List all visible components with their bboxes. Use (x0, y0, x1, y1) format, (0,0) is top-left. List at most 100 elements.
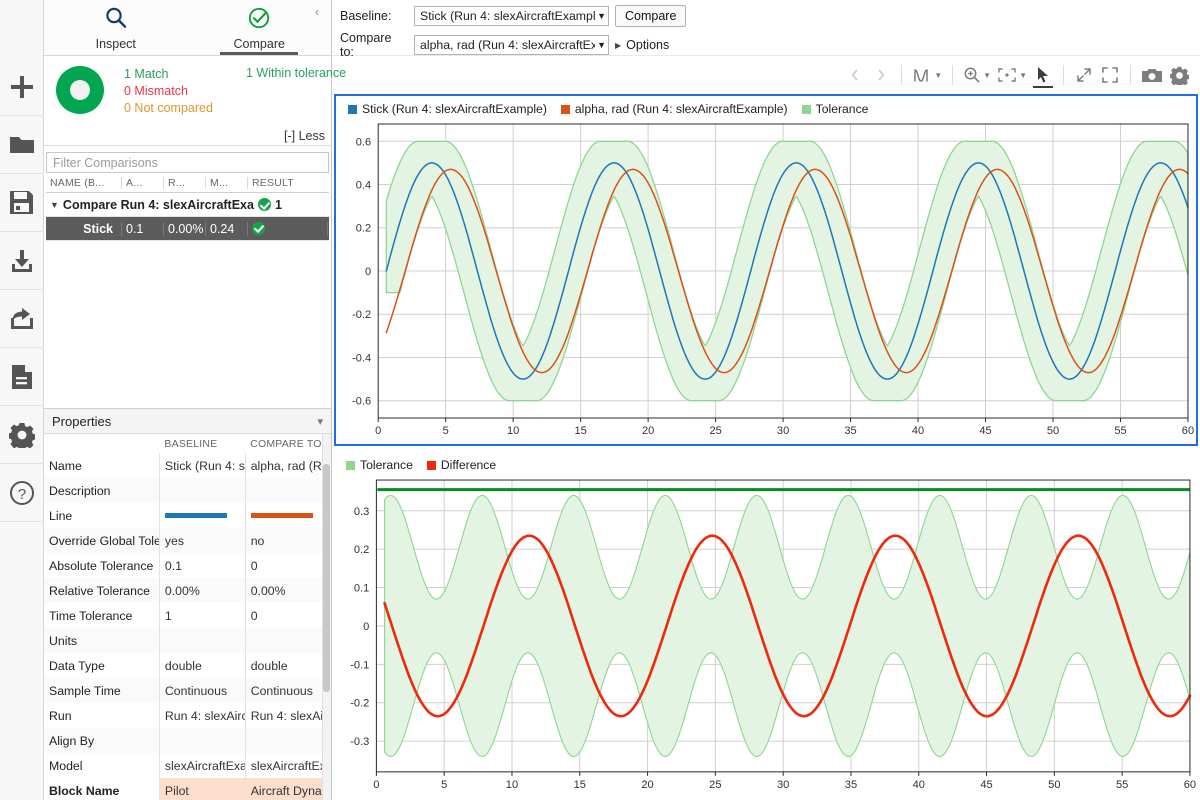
legend-item-stick[interactable]: Stick (Run 4: slexAircraftExample) (348, 102, 547, 116)
comparison-group-label: Compare Run 4: slexAircraftExa (63, 198, 254, 212)
import-icon[interactable] (0, 232, 44, 290)
svg-text:10: 10 (507, 425, 519, 437)
compare-to-select[interactable]: alpha, rad (Run 4: slexAircraftExa ▼ (414, 35, 609, 55)
chevron-down-icon: ▼ (983, 71, 991, 80)
check-circle-icon (247, 6, 271, 33)
chevron-down-icon[interactable]: ▾ (317, 415, 323, 428)
prop-compare-value: alpha, rad (Run (245, 453, 331, 478)
compare-button[interactable]: Compare (615, 5, 686, 27)
right-pane: Baseline: Stick (Run 4: slexAircraftExam… (332, 0, 1200, 800)
prop-compare-value: Continuous (245, 678, 331, 703)
row-result (248, 222, 328, 236)
legend-item-difference[interactable]: Difference (427, 458, 496, 472)
signals-plot-area[interactable]: -0.6-0.4-0.200.20.40.6051015202530354045… (336, 118, 1196, 444)
svg-text:0: 0 (365, 266, 371, 278)
prop-row-sample-time: Sample Time Continuous Continuous (44, 678, 331, 703)
prop-compare-value (245, 628, 331, 653)
baseline-select[interactable]: Stick (Run 4: slexAircraftExample) ▼ (414, 6, 609, 26)
svg-text:0: 0 (375, 425, 381, 437)
row-abs-tol: 0.1 (122, 222, 164, 236)
prop-compare-value: slexAircraftExa (245, 753, 331, 778)
properties-header[interactable]: Properties ▾ (44, 408, 331, 434)
collapse-panel-icon[interactable]: ‹ (309, 4, 325, 20)
help-icon[interactable]: ? (0, 464, 44, 522)
svg-text:0.4: 0.4 (356, 180, 371, 192)
options-expander[interactable]: ▶ Options (615, 38, 669, 52)
zoom-in-icon[interactable]: ▼ (960, 61, 994, 89)
prop-baseline-value: double (159, 653, 245, 678)
signal-style-icon[interactable]: ▼ (909, 61, 945, 89)
export-icon[interactable] (0, 290, 44, 348)
difference-chart[interactable]: Tolerance Difference -0.3-0.2-0.100.10.2… (334, 452, 1198, 798)
chevron-down-icon: ▼ (595, 11, 606, 21)
legend-label: alpha, rad (Run 4: slexAircraftExample) (575, 102, 788, 116)
prop-row-absolute-tolerance: Absolute Tolerance 0.1 0 (44, 553, 331, 578)
open-folder-icon[interactable] (0, 116, 44, 174)
prop-label: Block Name (44, 778, 159, 800)
tab-inspect[interactable]: Inspect (44, 0, 188, 55)
prop-label: Sample Time (44, 678, 159, 703)
summary-less-toggle[interactable]: [-] Less (284, 129, 325, 143)
svg-text:0: 0 (373, 779, 379, 791)
legend-swatch-icon (427, 461, 436, 470)
properties-scrollbar-thumb[interactable] (323, 464, 330, 692)
prop-compare-value (245, 728, 331, 753)
prop-row-description: Description (44, 478, 331, 503)
prop-baseline-value: Run 4: slexAirc (159, 703, 245, 728)
svg-text:55: 55 (1114, 425, 1126, 437)
legend-swatch-icon (348, 105, 357, 114)
prop-row-line: Line (44, 503, 331, 528)
row-rel-tol: 0.00% (164, 222, 206, 236)
signals-chart-legend: Stick (Run 4: slexAircraftExample) alpha… (348, 102, 868, 116)
prop-row-data-type: Data Type double double (44, 653, 331, 678)
col-header-rel: R... (164, 177, 206, 189)
cursor-pointer-icon[interactable] (1030, 61, 1056, 89)
prop-row-relative-tolerance: Relative Tolerance 0.00% 0.00% (44, 578, 331, 603)
comparison-group-row[interactable]: ▼ Compare Run 4: slexAircraftExa 1 (46, 193, 329, 217)
prop-row-units: Units (44, 628, 331, 653)
svg-text:50: 50 (1048, 779, 1060, 791)
svg-text:-0.1: -0.1 (350, 659, 369, 671)
summary-not-compared: 0 Not compared (124, 100, 325, 117)
prop-row-align-by: Align By (44, 728, 331, 753)
expand-caret-icon[interactable]: ▼ (50, 200, 59, 210)
prop-label: Override Global Tole (44, 528, 159, 553)
summary-within-tolerance: 1 Within tolerance (246, 66, 346, 80)
properties-scrollbar[interactable] (322, 434, 331, 800)
svg-text:30: 30 (777, 779, 789, 791)
save-icon[interactable] (0, 174, 44, 232)
prop-label: Description (44, 478, 159, 503)
svg-text:-0.4: -0.4 (352, 352, 371, 364)
signals-chart[interactable]: Stick (Run 4: slexAircraftExample) alpha… (334, 94, 1198, 446)
settings-gear-icon[interactable] (0, 406, 44, 464)
sdi-window: ? Inspect Compare ‹ 1 Match 0 (0, 0, 1200, 800)
row-max-diff: 0.24 (206, 222, 248, 236)
next-arrow-icon[interactable] (868, 61, 894, 89)
properties-panel: BASELINE COMPARE TO Name Stick (Run 4: s… (44, 434, 331, 800)
prop-row-name: Name Stick (Run 4: sl alpha, rad (Run (44, 453, 331, 478)
add-icon[interactable] (0, 58, 44, 116)
prop-baseline-value: 0.00% (159, 578, 245, 603)
plot-settings-gear-icon[interactable] (1166, 61, 1192, 89)
difference-plot-area[interactable]: -0.3-0.2-0.100.10.20.3051015202530354045… (334, 474, 1198, 798)
left-panel: Inspect Compare ‹ 1 Match 0 Mismatch 0 N… (44, 0, 332, 800)
report-icon[interactable] (0, 348, 44, 406)
legend-item-tolerance[interactable]: Tolerance (346, 458, 413, 472)
svg-text:10: 10 (506, 779, 518, 791)
fullscreen-icon[interactable] (1097, 61, 1123, 89)
baseline-row: Baseline: Stick (Run 4: slexAircraftExam… (340, 5, 686, 27)
expand-diagonal-icon[interactable] (1071, 61, 1097, 89)
legend-item-tolerance[interactable]: Tolerance (802, 102, 869, 116)
tab-inspect-label: Inspect (96, 37, 136, 51)
svg-text:15: 15 (574, 779, 586, 791)
fit-to-view-icon[interactable]: ▼ (994, 61, 1030, 89)
filter-comparisons-input[interactable] (47, 153, 328, 172)
table-row[interactable]: Stick 0.1 0.00% 0.24 (46, 217, 329, 241)
legend-item-alpha[interactable]: alpha, rad (Run 4: slexAircraftExample) (561, 102, 788, 116)
svg-text:0.6: 0.6 (356, 136, 371, 148)
svg-text:-0.2: -0.2 (350, 698, 369, 710)
prop-label: Line (44, 503, 159, 528)
svg-text:15: 15 (574, 425, 586, 437)
prev-arrow-icon[interactable] (842, 61, 868, 89)
snapshot-camera-icon[interactable] (1138, 61, 1166, 89)
